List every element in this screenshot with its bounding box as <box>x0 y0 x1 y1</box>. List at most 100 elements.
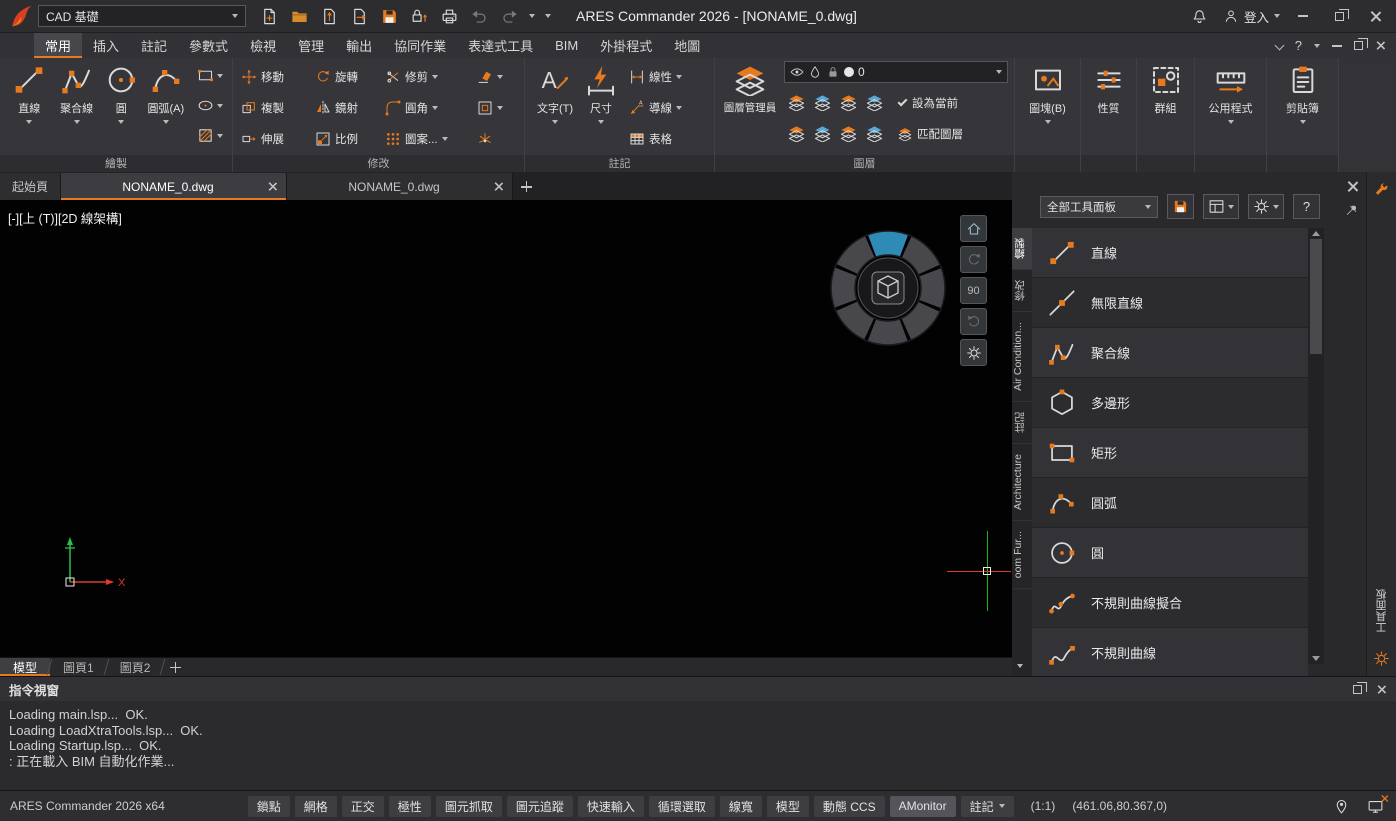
doc-close-icon[interactable] <box>1376 41 1385 50</box>
amonitor-toggle[interactable]: AMonitor <box>889 795 956 817</box>
erase-button[interactable] <box>475 69 515 85</box>
zoom-home-button[interactable] <box>960 215 987 242</box>
set-layer-current-button[interactable]: 設為當前 <box>888 95 1008 111</box>
import-button[interactable] <box>316 4 342 28</box>
etransmit-button[interactable] <box>406 4 432 28</box>
scroll-down-icon[interactable] <box>1312 656 1320 661</box>
tool-palette-strip-button[interactable] <box>1371 179 1393 201</box>
group-button[interactable]: 群組 <box>1143 61 1188 155</box>
login-button[interactable]: 登入 <box>1223 7 1280 26</box>
lineweight-toggle[interactable]: 線寬 <box>719 795 762 817</box>
hide-layer-button[interactable] <box>784 91 808 115</box>
tab-view[interactable]: 檢視 <box>239 33 287 58</box>
command-history[interactable]: Loading main.lsp... OK. Loading LoadXtra… <box>0 701 1396 790</box>
tab-parametric[interactable]: 參數式 <box>178 33 239 58</box>
navigation-wheel[interactable] <box>826 226 950 350</box>
new-sheet-button[interactable] <box>163 658 187 676</box>
move-button[interactable]: 移動 <box>239 69 313 85</box>
dynamic-ccs-toggle[interactable]: 動態 CCS <box>813 795 885 817</box>
thaw-layer-button[interactable] <box>862 91 886 115</box>
copy-button[interactable]: 複製 <box>239 100 313 116</box>
text-button[interactable]: 文字(T) <box>531 61 579 155</box>
geolocation-button[interactable] <box>1330 795 1352 817</box>
close-tab-icon[interactable] <box>494 182 503 191</box>
tab-home[interactable]: 常用 <box>34 33 83 58</box>
polyline-button[interactable]: 聚合線 <box>52 61 100 155</box>
stretch-button[interactable]: 伸展 <box>239 131 313 147</box>
qat-customize-caret[interactable] <box>542 14 554 18</box>
circle-button[interactable]: 圓 <box>101 61 142 155</box>
palette-item-polyline[interactable]: 聚合線 <box>1032 328 1308 378</box>
palette-tab-air-conditioning[interactable]: Air Condition... <box>1012 312 1032 402</box>
clipboard-button[interactable]: 剪貼簿 <box>1274 61 1332 155</box>
rotate-angle-button[interactable]: 90 <box>960 277 987 304</box>
pattern-button[interactable]: 圖案... <box>383 131 475 147</box>
hatch-button[interactable] <box>194 123 226 148</box>
palette-tab-room-furniture[interactable]: oom Fur... <box>1012 520 1032 590</box>
fillet-button[interactable]: 圓角 <box>383 100 475 116</box>
tab-bim[interactable]: BIM <box>544 33 589 58</box>
quick-input-toggle[interactable]: 快速輸入 <box>577 795 644 817</box>
tab-noname0-2[interactable]: NONAME_0.dwg <box>287 173 514 200</box>
tab-map[interactable]: 地圖 <box>663 33 711 58</box>
etrack-toggle[interactable]: 圖元追蹤 <box>506 795 573 817</box>
collapse-ribbon-icon[interactable] <box>1274 40 1285 51</box>
offset-button[interactable] <box>475 100 515 116</box>
explode-button[interactable] <box>475 131 515 147</box>
view-settings-button[interactable] <box>960 339 987 366</box>
annotation-scale-button[interactable]: 註記 <box>960 795 1014 817</box>
grid-toggle[interactable]: 網格 <box>294 795 337 817</box>
tab-sheet1[interactable]: 圖頁1 <box>50 658 107 676</box>
help-caret-icon[interactable] <box>1314 43 1320 48</box>
unlock-layer-button[interactable] <box>810 122 834 146</box>
tab-insert[interactable]: 插入 <box>82 33 130 58</box>
palette-tab-modify[interactable]: 修改 <box>1012 270 1032 312</box>
close-command-window-icon[interactable] <box>1377 685 1386 694</box>
polar-toggle[interactable]: 極性 <box>388 795 431 817</box>
palette-item-spline[interactable]: 不規則曲線 <box>1032 628 1308 676</box>
undo-button[interactable] <box>466 4 492 28</box>
close-tab-icon[interactable] <box>268 182 277 191</box>
new-document-tab-button[interactable] <box>513 173 539 200</box>
rotate-button[interactable]: 旋轉 <box>313 69 383 85</box>
export-button[interactable] <box>346 4 372 28</box>
tab-start-page[interactable]: 起始頁 <box>0 173 62 200</box>
palette-help-button[interactable]: ? <box>1293 194 1320 219</box>
doc-minimize-icon[interactable] <box>1332 44 1342 47</box>
tab-manage[interactable]: 管理 <box>287 33 335 58</box>
tab-noname0[interactable]: NONAME_0.dwg <box>61 173 288 200</box>
help-button[interactable]: ? <box>1295 38 1302 53</box>
tab-express-tools[interactable]: 表達式工具 <box>457 33 544 58</box>
notifications-button[interactable] <box>1187 4 1213 28</box>
tab-model[interactable]: 模型 <box>0 658 51 676</box>
pin-icon[interactable] <box>1345 203 1359 217</box>
float-window-icon[interactable] <box>1353 681 1367 694</box>
print-button[interactable] <box>436 4 462 28</box>
viewport-controls-label[interactable]: [-][上 (T)][2D 線架構] <box>8 208 122 227</box>
arc-button[interactable]: 圓弧(A) <box>142 61 190 155</box>
leader-button[interactable]: 導線 <box>627 92 684 123</box>
block-button[interactable]: 圖塊(B) <box>1021 61 1074 155</box>
tool-palette-strip-label[interactable]: 工具面板 <box>1374 589 1390 633</box>
strip-settings-button[interactable] <box>1371 647 1393 669</box>
utilities-button[interactable]: 公用程式 <box>1201 61 1260 155</box>
rectangle-button[interactable] <box>194 63 226 88</box>
palette-scrollbar[interactable] <box>1308 228 1324 664</box>
palette-item-line[interactable]: 直線 <box>1032 228 1308 278</box>
show-all-layers-button[interactable] <box>810 91 834 115</box>
ellipse-button[interactable] <box>194 93 226 118</box>
rotate-cw-button[interactable] <box>960 308 987 335</box>
restore-button[interactable] <box>1326 4 1352 28</box>
layer-select[interactable]: 0 <box>784 61 1008 83</box>
palette-item-circle[interactable]: 圓 <box>1032 528 1308 578</box>
tab-collaborate[interactable]: 協同作業 <box>383 33 457 58</box>
palette-settings-button[interactable] <box>1248 194 1284 219</box>
drawing-canvas[interactable]: [-][上 (T)][2D 線架構] 90 X <box>0 200 1012 657</box>
close-palette-icon[interactable] <box>1347 181 1358 192</box>
palette-views-button[interactable] <box>1203 194 1239 219</box>
palette-tab-draw[interactable]: 繪製 <box>1012 228 1032 270</box>
redo-button[interactable] <box>496 4 522 28</box>
tab-annotate[interactable]: 註記 <box>130 33 178 58</box>
scale-button[interactable]: 比例 <box>313 131 383 147</box>
save-button[interactable] <box>376 4 402 28</box>
